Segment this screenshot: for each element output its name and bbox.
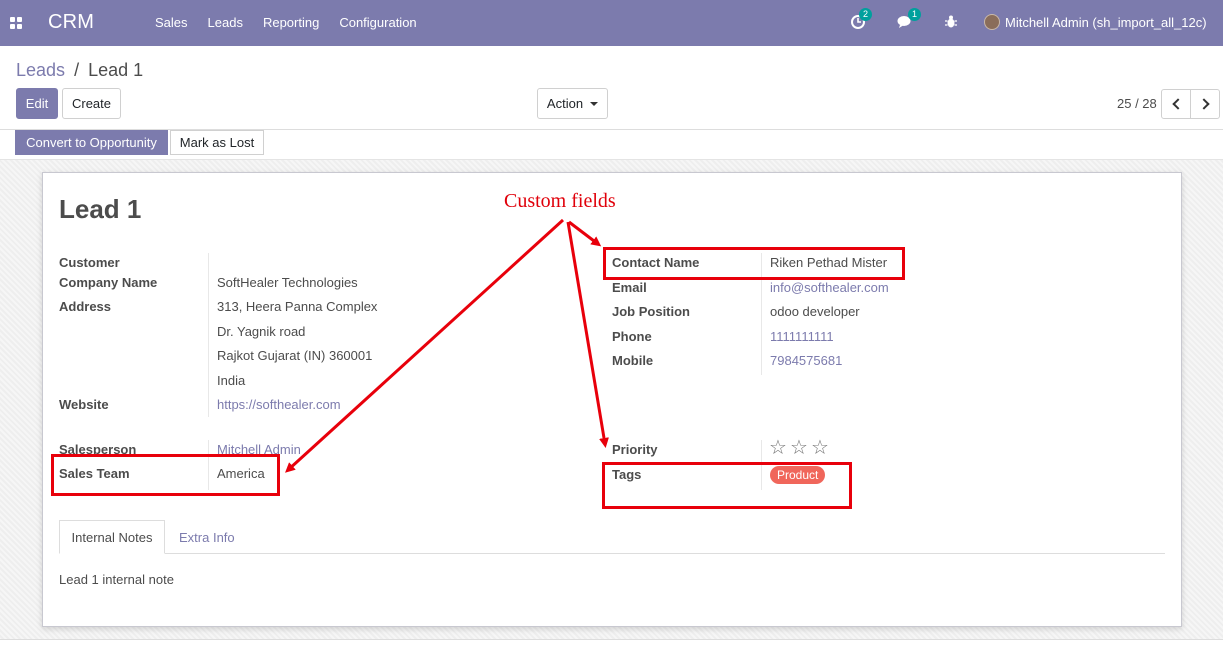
form-bottom — [0, 639, 1223, 659]
mobile-label: Mobile — [612, 353, 654, 368]
app-brand[interactable]: CRM — [48, 11, 94, 34]
job-position-value: odoo developer — [770, 304, 860, 319]
menu-reporting[interactable]: Reporting — [263, 15, 319, 30]
clock-icon[interactable]: 2 — [851, 7, 873, 32]
message-badge: 1 — [908, 7, 922, 21]
breadcrumb: Leads / Lead 1 — [16, 60, 143, 81]
pager-value[interactable]: 25 / 28 — [1117, 96, 1157, 111]
tab-internal-notes[interactable]: Internal Notes — [59, 520, 165, 554]
breadcrumb-current: Lead 1 — [88, 60, 144, 80]
address-line-3: Rajkot Gujarat (IN) 360001 — [217, 348, 373, 363]
form-sheet — [42, 172, 1182, 627]
chevron-right-icon — [1197, 98, 1210, 110]
pager-previous-button[interactable] — [1161, 89, 1191, 119]
left-separator — [208, 253, 209, 417]
email-label: Email — [612, 280, 647, 295]
internal-note-text: Lead 1 internal note — [59, 572, 174, 587]
user-name: Mitchell Admin (sh_import_all_12c) — [1005, 14, 1207, 30]
chevron-left-icon — [1171, 98, 1184, 110]
action-label: Action — [546, 96, 584, 111]
address-line-1: 313, Heera Panna Complex — [217, 299, 378, 314]
menu-sales[interactable]: Sales — [155, 15, 188, 30]
sales-team-highlight — [51, 454, 280, 496]
company-name-value: SoftHealer Technologies — [217, 275, 358, 290]
convert-to-opportunity-button[interactable]: Convert to Opportunity — [15, 130, 168, 155]
debug-tray[interactable] — [945, 0, 957, 46]
activity-tray[interactable]: 2 — [851, 0, 873, 46]
custom-fields-annotation: Custom fields — [504, 190, 616, 212]
chat-icon[interactable]: 1 — [897, 7, 922, 32]
mobile-link[interactable]: 7984575681 — [770, 353, 842, 368]
pager-next-button[interactable] — [1190, 89, 1220, 119]
contact-name-highlight — [603, 247, 905, 280]
action-dropdown[interactable]: Action — [537, 88, 608, 119]
address-label: Address — [59, 299, 112, 314]
email-link[interactable]: info@softhealer.com — [770, 280, 889, 295]
website-label: Website — [59, 397, 109, 412]
mark-as-lost-button[interactable]: Mark as Lost — [170, 130, 264, 155]
phone-link[interactable]: 1111111111 — [770, 329, 834, 344]
edit-button[interactable]: Edit — [16, 88, 58, 119]
website-link[interactable]: https://softhealer.com — [217, 397, 341, 412]
address-line-2: Dr. Yagnik road — [217, 324, 306, 339]
priority-star-2-icon[interactable]: ☆ — [790, 438, 808, 458]
user-avatar — [984, 14, 1000, 30]
address-line-4: India — [217, 373, 246, 388]
priority-star-1-icon[interactable]: ☆ — [769, 438, 787, 458]
create-button[interactable]: Create — [62, 88, 121, 119]
messaging-tray[interactable]: 1 — [897, 0, 922, 46]
breadcrumb-separator: / — [74, 60, 80, 80]
apps-menu-icon[interactable] — [10, 17, 22, 29]
top-navbar: CRM Sales Leads Reporting Configuration … — [0, 0, 1223, 46]
phone-label: Phone — [612, 329, 652, 344]
main-menu: Sales Leads Reporting Configuration — [155, 15, 437, 30]
tags-highlight — [602, 462, 852, 509]
menu-leads[interactable]: Leads — [208, 15, 243, 30]
priority-star-3-icon[interactable]: ☆ — [811, 438, 829, 458]
caret-down-icon — [590, 102, 599, 106]
bug-icon[interactable] — [945, 15, 957, 31]
activity-badge: 2 — [859, 7, 873, 21]
company-name-label: Company Name — [59, 275, 158, 290]
breadcrumb-leads[interactable]: Leads — [16, 60, 65, 80]
priority-label: Priority — [612, 442, 658, 457]
customer-label: Customer — [59, 255, 120, 270]
lead-title: Lead 1 — [59, 194, 142, 224]
tabs-underline — [59, 553, 1165, 554]
menu-configuration[interactable]: Configuration — [339, 15, 416, 30]
tab-extra-info[interactable]: Extra Info — [179, 530, 235, 545]
job-position-label: Job Position — [612, 304, 690, 319]
user-menu[interactable]: Mitchell Admin (sh_import_all_12c) — [984, 14, 1207, 30]
